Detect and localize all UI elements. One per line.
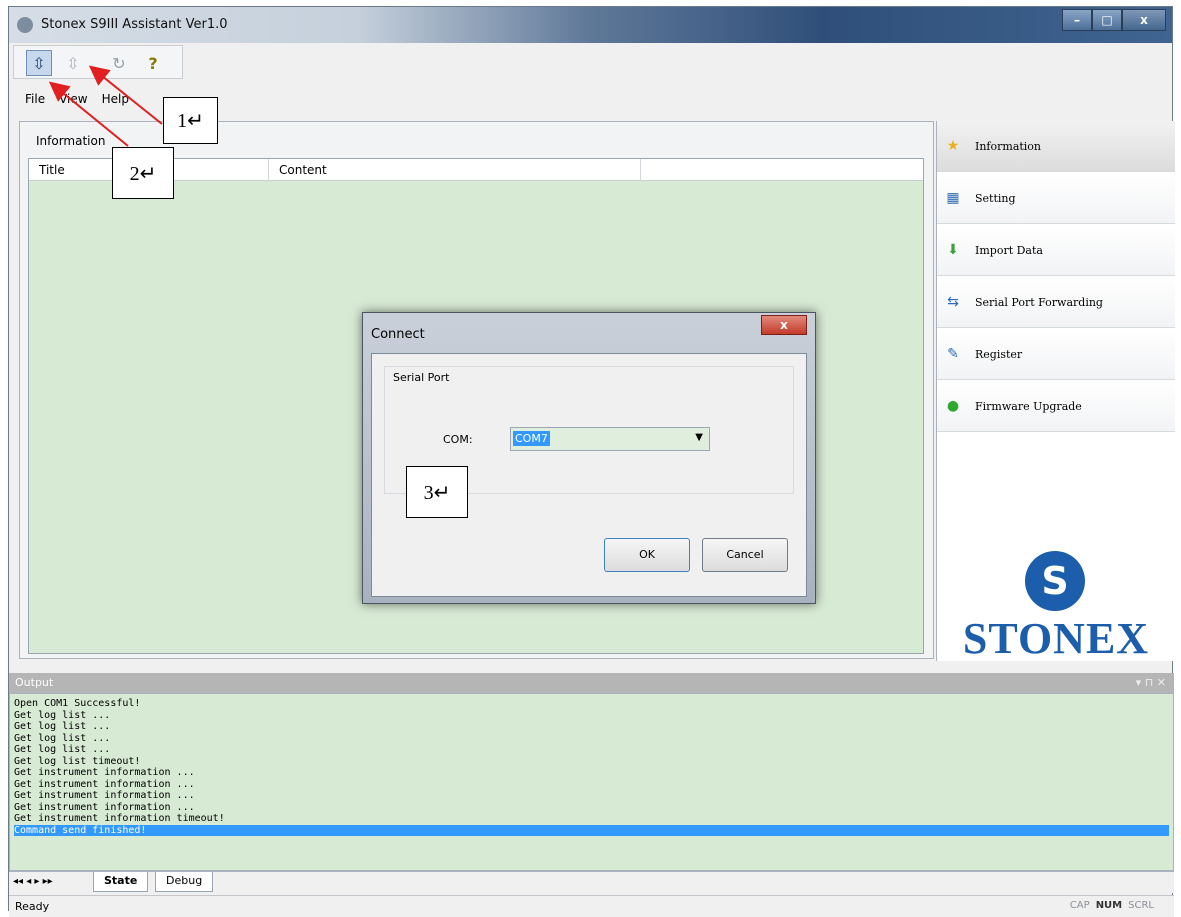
settings-icon: ▦	[946, 190, 960, 206]
output-log[interactable]: Open COM1 Successful! Get log list ... G…	[9, 693, 1174, 871]
sidebar-item-information[interactable]: ★ Information	[937, 121, 1175, 172]
sidebar-item-label: Register	[975, 347, 1023, 361]
star-icon: ★	[946, 138, 960, 154]
menu-help[interactable]: Help	[102, 87, 129, 111]
sidebar-item-label: Information	[975, 139, 1042, 153]
log-line: Get log list ...	[14, 744, 111, 755]
tab-debug[interactable]: Debug	[155, 872, 214, 892]
log-line: Get log list ...	[14, 721, 111, 732]
output-panel-controls[interactable]: ▾ ⊓ ✕	[1136, 673, 1166, 693]
sidebar-item-label: Serial Port Forwarding	[975, 295, 1103, 309]
log-line: Open COM1 Successful!	[14, 698, 141, 709]
log-line: Get instrument information ...	[14, 801, 195, 813]
sidebar-item-import-data[interactable]: ⬇ Import Data	[937, 225, 1175, 276]
output-header: Output ▾ ⊓ ✕	[9, 673, 1174, 693]
chevron-down-icon: ▼	[695, 432, 703, 443]
callout-1: 1↵	[163, 97, 218, 144]
app-icon	[17, 17, 33, 33]
stonex-logo-icon: S	[1025, 551, 1085, 611]
connect-button[interactable]: ⇳	[26, 50, 52, 76]
serial-port-group-label: Serial Port	[393, 371, 450, 384]
refresh-button[interactable]: ↻	[106, 50, 132, 76]
serial-port-icon: ⇆	[947, 294, 959, 310]
sidebar-item-label: Setting	[975, 191, 1016, 205]
column-content[interactable]: Content	[269, 159, 641, 181]
connect-dialog: Connect x Serial Port COM: COM7 ▼ OK Can…	[362, 312, 816, 604]
window-controls: – □ x	[1062, 9, 1166, 31]
register-icon: ✎	[947, 346, 959, 362]
com-port-value: COM7	[513, 431, 550, 446]
sidebar-item-serial-port-forwarding[interactable]: ⇆ Serial Port Forwarding	[937, 277, 1175, 328]
log-line-selected: Command send finished!	[14, 824, 1169, 836]
com-label: COM:	[443, 433, 473, 446]
log-line: Get instrument information ...	[14, 767, 195, 778]
sidebar: ★ Information ▦ Setting ⬇ Import Data ⇆ …	[936, 121, 1175, 663]
menu-view[interactable]: View	[59, 87, 87, 111]
ok-button[interactable]: OK	[604, 538, 690, 572]
import-arrow-icon: ⬇	[947, 242, 959, 258]
cap-indicator: CAP	[1069, 900, 1090, 911]
log-line: Get log list timeout!	[14, 755, 141, 767]
help-button[interactable]: ?	[140, 50, 166, 76]
disconnect-icon: ⇳	[66, 53, 80, 73]
status-indicators: CAP NUM SCRL	[1070, 900, 1154, 911]
num-indicator: NUM	[1095, 900, 1123, 911]
output-title: Output	[15, 676, 54, 689]
upgrade-icon: ●	[946, 398, 960, 414]
callout-3: 3↵	[406, 466, 468, 518]
disconnect-button[interactable]: ⇳	[60, 50, 86, 76]
log-line: Get instrument information ...	[14, 778, 195, 790]
log-line: Get instrument information ...	[14, 790, 195, 801]
callout-2: 2↵	[112, 147, 174, 199]
refresh-icon: ↻	[112, 53, 126, 73]
minimize-button[interactable]: –	[1062, 9, 1092, 31]
close-button[interactable]: x	[1122, 9, 1166, 31]
cancel-button[interactable]: Cancel	[702, 538, 788, 572]
scrl-indicator: SCRL	[1128, 900, 1154, 911]
menu-bar: File View Help	[13, 87, 129, 111]
toolbar: ⇳ ⇳ ↻ ?	[13, 45, 183, 79]
log-line: Get instrument information timeout!	[14, 813, 225, 824]
tab-state[interactable]: State	[93, 872, 149, 892]
sidebar-item-firmware-upgrade[interactable]: ● Firmware Upgrade	[937, 381, 1175, 432]
log-line: Get log list ...	[14, 709, 111, 721]
dialog-title: Connect	[371, 327, 425, 342]
log-line: Get log list ...	[14, 732, 111, 744]
maximize-button[interactable]: □	[1092, 9, 1122, 31]
dialog-close-button[interactable]: x	[761, 315, 807, 335]
sidebar-item-label: Import Data	[975, 243, 1043, 257]
sidebar-item-label: Firmware Upgrade	[975, 399, 1082, 413]
tab-navigation[interactable]: ◂◂ ◂ ▸ ▸▸	[13, 876, 53, 887]
help-icon: ?	[148, 53, 158, 73]
stonex-logo-text: STONEX	[962, 614, 1150, 663]
sidebar-item-setting[interactable]: ▦ Setting	[937, 173, 1175, 224]
window-title: Stonex S9III Assistant Ver1.0	[41, 17, 228, 32]
title-bar[interactable]: Stonex S9III Assistant Ver1.0 – □ x	[9, 7, 1172, 43]
status-bar: Ready CAP NUM SCRL	[9, 895, 1174, 917]
connect-icon: ⇳	[32, 53, 46, 73]
status-text: Ready	[15, 900, 50, 913]
menu-file[interactable]: File	[25, 87, 45, 111]
output-tabs: ◂◂ ◂ ▸ ▸▸ State Debug	[9, 871, 1174, 893]
com-port-select[interactable]: COM7 ▼	[510, 427, 710, 451]
information-label: Information	[36, 134, 106, 148]
sidebar-item-register[interactable]: ✎ Register	[937, 329, 1175, 380]
